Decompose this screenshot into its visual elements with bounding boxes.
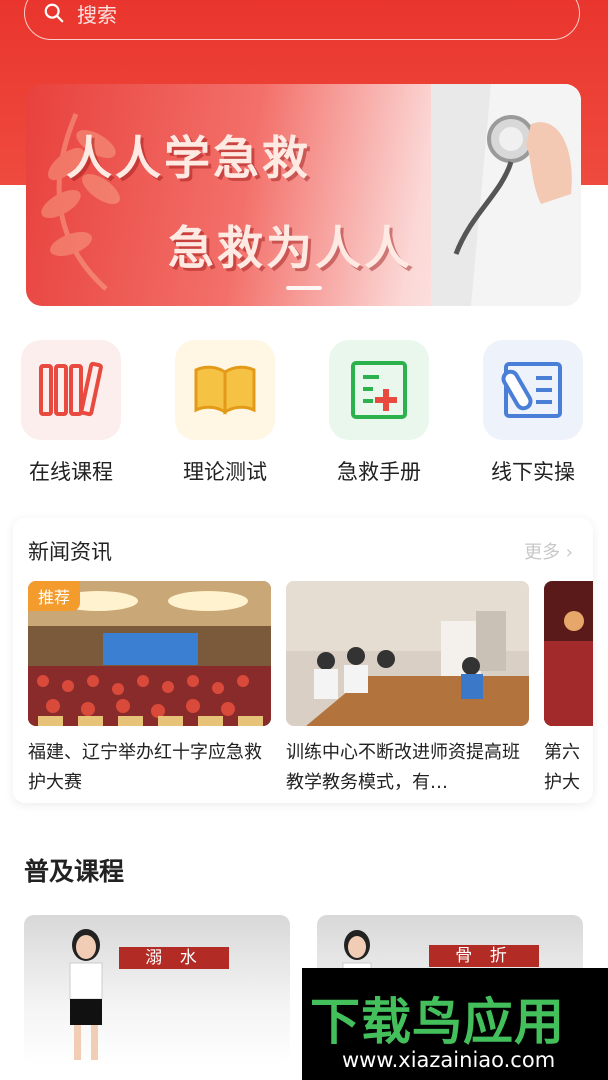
news-section: 新闻资讯 更多 › 推荐 福建、辽宁举办红十字应急救护大赛 训练中心不断改进师资… [13,518,593,803]
books-icon [39,361,103,417]
watermark-logo: 下载鸟应用 [310,993,565,1051]
quick-entry-label: 急救手册 [337,460,421,484]
news-card[interactable]: 推荐 福建、辽宁举办红十字应急救护大赛 [28,581,271,798]
news-more-link[interactable]: 更多 › [524,538,573,564]
watermark-overlay: 下载鸟应用 www.xiazainiao.com [302,968,608,1080]
search-bar[interactable]: 搜索 [24,0,580,40]
courses-section-title: 普及课程 [24,857,125,886]
quick-entries: 在线课程 理论测试 急救手册 线下实操 [0,340,608,490]
quick-entry-theory-test[interactable]: 理论测试 [170,340,280,486]
banner-line2: 急救为人人 [168,221,413,275]
news-image-event [544,581,593,726]
news-card-title: 第六护大 [544,742,580,793]
course-card[interactable]: 溺 水 [24,915,290,1065]
quick-entry-online-course[interactable]: 在线课程 [16,340,126,486]
doctor-stethoscope-image [431,84,581,306]
banner-line1: 人人学急救 [66,131,311,185]
quick-entry-offline-practice[interactable]: 线下实操 [478,340,588,486]
course-label: 骨 折 [429,945,539,967]
quick-entry-label: 线下实操 [491,460,575,484]
course-label: 溺 水 [119,947,229,969]
watermark-url: www.xiazainiao.com [342,1048,556,1072]
recommend-badge: 推荐 [28,581,81,611]
news-card[interactable]: 第六护大 [544,581,593,798]
news-section-title: 新闻资讯 [28,540,112,564]
quick-entry-label: 在线课程 [29,460,113,484]
search-icon [44,3,64,23]
search-placeholder: 搜索 [77,2,117,27]
news-card[interactable]: 训练中心不断改进师资提高班教学教务模式，有… [286,581,529,798]
course-presenter-image [69,929,103,1060]
banner-indicator [286,286,322,290]
news-card-title: 福建、辽宁举办红十字应急救护大赛 [28,742,262,793]
news-image-conference: 推荐 [28,581,271,726]
news-card-title: 训练中心不断改进师资提高班教学教务模式，有… [286,742,520,793]
bandage-checklist-icon [501,362,562,418]
open-book-icon [194,365,256,415]
quick-entry-label: 理论测试 [183,460,267,484]
quick-entry-first-aid-manual[interactable]: 急救手册 [324,340,434,486]
promo-banner[interactable]: 人人学急救 急救为人人 [26,84,581,306]
news-image-meeting [286,581,529,726]
medical-manual-icon [351,361,407,419]
